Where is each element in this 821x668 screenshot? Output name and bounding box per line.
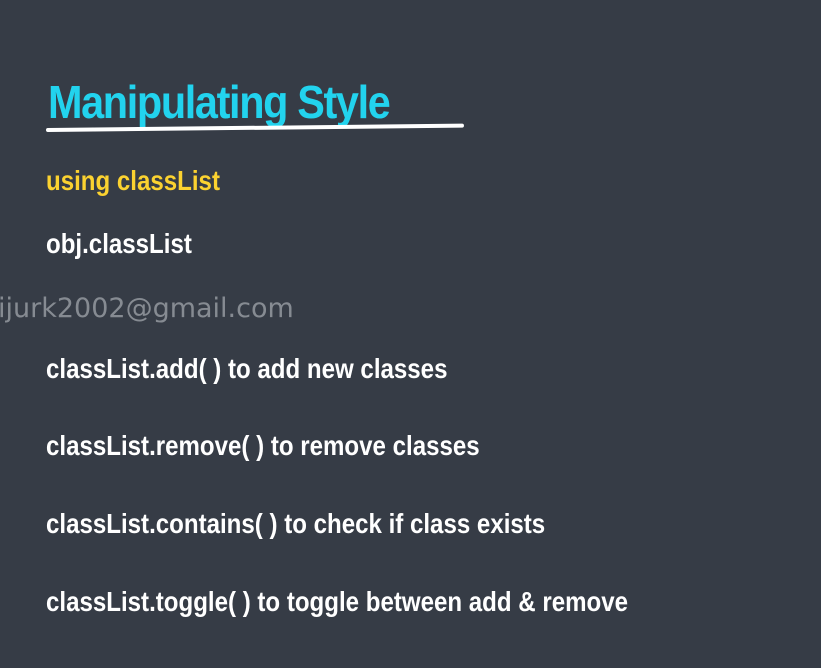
bullet-line-toggle: classList.toggle( ) to toggle between ad… [46, 586, 629, 617]
email-watermark: ijurk2002@gmail.com [0, 293, 294, 324]
bullet-line-add: classList.add( ) to add new classes [46, 353, 448, 384]
slide-title: Manipulating Style [48, 76, 391, 128]
bullet-line-remove: classList.remove( ) to remove classes [46, 430, 480, 461]
bullet-line-obj-classlist: obj.classList [46, 228, 192, 259]
bullet-line-contains: classList.contains( ) to check if class … [46, 508, 546, 539]
slide-subtitle: using classList [46, 165, 220, 196]
slide: Manipulating Style using classList obj.c… [0, 0, 821, 668]
